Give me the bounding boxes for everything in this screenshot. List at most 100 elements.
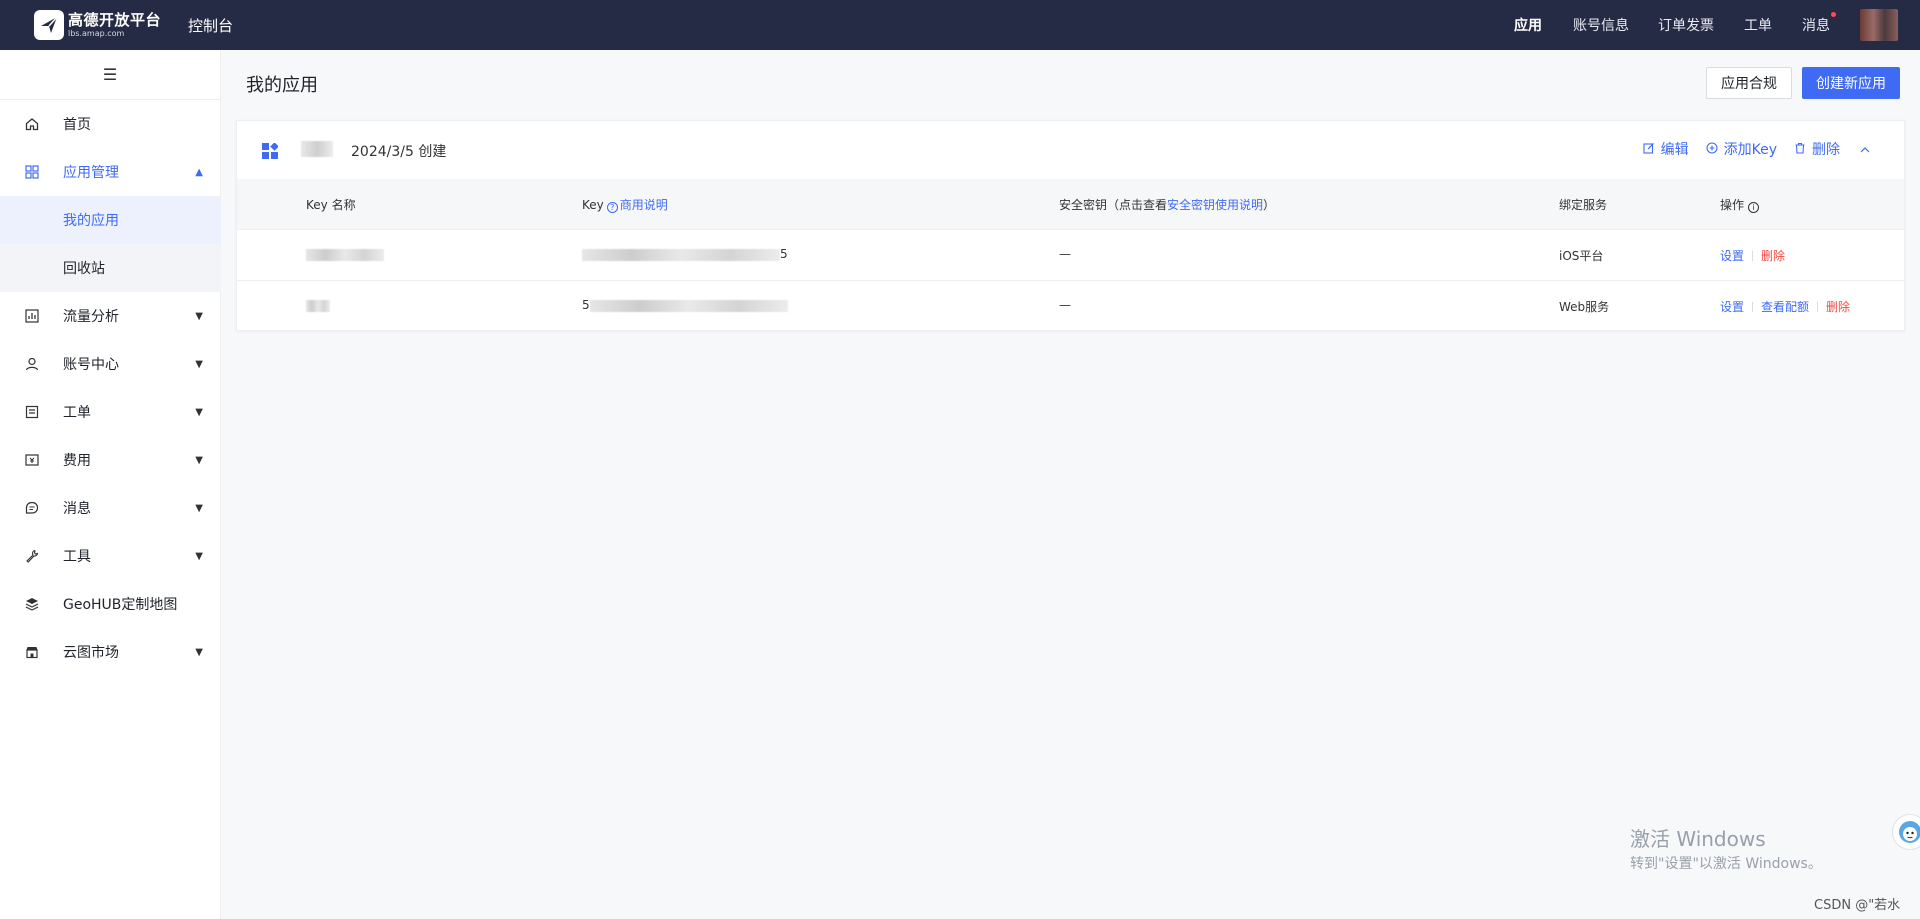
settings-link[interactable]: 设置	[1720, 247, 1744, 264]
wrench-icon	[23, 547, 41, 565]
table-header: Key 名称 Key? 商用说明 安全密钥（点击查看安全密钥使用说明） 绑定服务 …	[237, 179, 1904, 230]
sidebar-item-label: 工具	[63, 549, 91, 565]
ticket-icon	[23, 403, 41, 421]
app-created-date: 2024/3/5 创建	[351, 144, 447, 160]
chevron-down-icon: ▼	[195, 310, 203, 322]
secret-value: —	[1059, 247, 1071, 261]
sidebar-item-label: 首页	[63, 117, 91, 133]
logo-title: 高德开放平台	[68, 10, 162, 29]
sidebar-item-label: 云图市场	[63, 645, 119, 661]
sidebar-item-my-apps[interactable]: 我的应用	[0, 196, 221, 244]
chevron-down-icon: ▼	[195, 454, 203, 466]
header-key: Key? 商用说明	[582, 196, 668, 213]
sidebar-item-label: 消息	[63, 501, 91, 517]
top-nav: 应用 账号信息 订单发票 工单 消息	[1514, 0, 1920, 50]
app-card: 2024/3/5 创建 编辑 添加Key 删除 Key 名称 Key ? 商用说…	[236, 120, 1905, 331]
menu-toggle-icon[interactable]: ☰	[0, 50, 220, 100]
nav-messages-label: 消息	[1802, 18, 1830, 34]
sidebar-item-label: 我的应用	[63, 213, 119, 229]
sidebar-item-cloud-map-market[interactable]: 云图市场 ▼	[0, 628, 221, 676]
edit-app-button[interactable]: 编辑	[1643, 139, 1689, 159]
assistant-avatar-icon[interactable]	[1892, 814, 1920, 850]
nav-messages[interactable]: 消息	[1802, 12, 1836, 35]
home-icon	[23, 115, 41, 133]
main-content: 我的应用 应用合规 创建新应用 2024/3/5 创建 编辑 添加Key 删除 …	[221, 50, 1920, 919]
delete-app-button[interactable]: 删除	[1794, 139, 1840, 159]
chevron-up-icon: ▲	[195, 166, 203, 178]
secret-value: —	[1059, 298, 1071, 312]
add-key-button[interactable]: 添加Key	[1706, 139, 1777, 159]
question-icon: ?	[606, 202, 618, 213]
sidebar-item-messages[interactable]: 消息 ▼	[0, 484, 221, 532]
divider	[1752, 301, 1754, 312]
nav-account-info[interactable]: 账号信息	[1573, 15, 1629, 35]
console-link[interactable]: 控制台	[188, 15, 233, 36]
header-secret-suffix: ）	[1263, 198, 1276, 212]
app-card-actions: 编辑 添加Key 删除	[1626, 139, 1870, 159]
header-secret-label: 安全密钥（点击查看	[1059, 198, 1168, 212]
sidebar-item-recycle-bin[interactable]: 回收站	[0, 244, 221, 292]
layers-icon	[23, 595, 41, 613]
nav-order-invoice[interactable]: 订单发票	[1658, 15, 1714, 35]
fee-icon	[23, 451, 41, 469]
sidebar-item-label: 账号中心	[63, 357, 119, 373]
row-ops: 设置 删除	[1720, 247, 1785, 264]
header-ops-label: 操作	[1720, 198, 1745, 212]
info-icon[interactable]: i	[1748, 202, 1760, 213]
app-compliance-button[interactable]: 应用合规	[1706, 67, 1792, 99]
header-service: 绑定服务	[1559, 198, 1608, 212]
avatar[interactable]	[1860, 9, 1898, 41]
header-ops: 操作 i	[1720, 196, 1760, 213]
chevron-down-icon: ▼	[195, 550, 203, 562]
commercial-note-link[interactable]: 商用说明	[620, 198, 668, 212]
header-secret: 安全密钥（点击查看安全密钥使用说明）	[1059, 196, 1275, 213]
message-icon	[23, 499, 41, 517]
sidebar-item-fees[interactable]: 费用 ▼	[0, 436, 221, 484]
logo-subtitle: lbs.amap.com	[68, 28, 125, 38]
key-value: 5	[582, 298, 788, 312]
chevron-down-icon: ▼	[195, 358, 203, 370]
sidebar-item-traffic-analysis[interactable]: 流量分析 ▼	[0, 292, 221, 340]
settings-link[interactable]: 设置	[1720, 298, 1744, 315]
sidebar-item-tickets[interactable]: 工单 ▼	[0, 388, 221, 436]
key-value: 5	[582, 247, 788, 261]
app-icon	[262, 142, 279, 159]
sidebar-item-label: 应用管理	[63, 165, 119, 181]
header-key-label: Key	[582, 198, 604, 212]
watermark-subtitle: 转到"设置"以激活 Windows。	[1630, 856, 1822, 872]
key-value-tail: 5	[780, 247, 788, 261]
chevron-up-icon[interactable]	[1860, 142, 1870, 156]
service-value: iOS平台	[1559, 249, 1604, 263]
sidebar-item-geohub[interactable]: GeoHUB定制地图	[0, 580, 221, 628]
secret-usage-link[interactable]: 安全密钥使用说明	[1167, 198, 1263, 212]
trash-icon	[1794, 142, 1806, 157]
nav-apps[interactable]: 应用	[1514, 15, 1542, 35]
sidebar-item-label: GeoHUB定制地图	[63, 597, 178, 613]
nav-tickets[interactable]: 工单	[1744, 15, 1772, 35]
edit-icon	[1643, 142, 1655, 157]
view-quota-link[interactable]: 查看配额	[1761, 298, 1809, 315]
sidebar-item-tools[interactable]: 工具 ▼	[0, 532, 221, 580]
sidebar-item-label: 工单	[63, 405, 91, 421]
delete-key-link[interactable]: 删除	[1826, 298, 1850, 315]
sidebar-item-app-management[interactable]: 应用管理 ▲	[0, 148, 221, 196]
sidebar-item-label: 流量分析	[63, 309, 119, 325]
header-key-name: Key 名称	[306, 198, 356, 212]
top-navbar: 高德开放平台 lbs.amap.com 控制台 应用 账号信息 订单发票 工单 …	[0, 0, 1920, 50]
sidebar-item-home[interactable]: 首页	[0, 100, 221, 148]
sidebar-item-label: 回收站	[63, 261, 105, 277]
chevron-down-icon: ▼	[195, 646, 203, 658]
divider	[1817, 301, 1819, 312]
key-name-redacted	[306, 247, 384, 261]
chevron-down-icon: ▼	[195, 406, 203, 418]
amap-logo[interactable]: 高德开放平台 lbs.amap.com	[34, 10, 162, 40]
windows-activation-watermark: 激活 Windows 转到"设置"以激活 Windows。	[1630, 823, 1822, 873]
delete-key-link[interactable]: 删除	[1761, 247, 1785, 264]
sidebar-item-account-center[interactable]: 账号中心 ▼	[0, 340, 221, 388]
user-icon	[23, 355, 41, 373]
page-title: 我的应用	[246, 75, 318, 96]
key-value-head: 5	[582, 298, 590, 312]
create-app-button[interactable]: 创建新应用	[1802, 67, 1900, 99]
key-name-redacted	[306, 298, 330, 312]
table-row: 5 — Web服务 设置 查看配额 删除	[237, 281, 1904, 332]
